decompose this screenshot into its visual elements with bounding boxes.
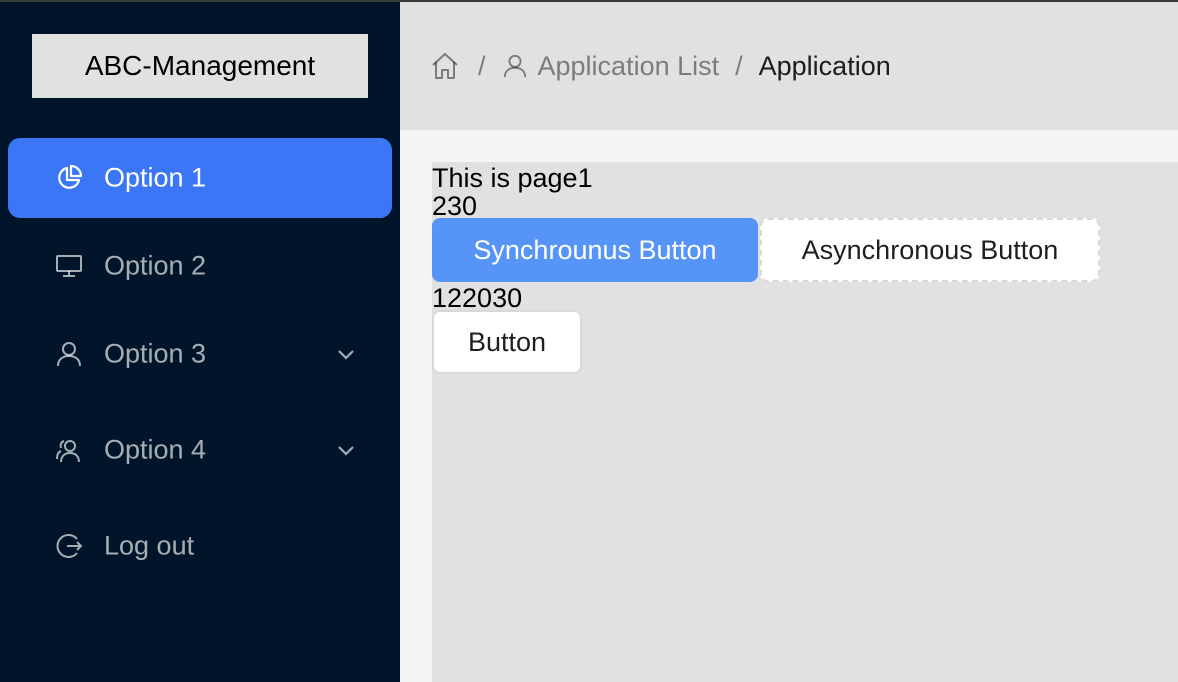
sidebar-item-label: Log out	[104, 530, 195, 561]
sidebar-item-option-1[interactable]: Option 1	[8, 138, 392, 218]
window-top-border	[0, 0, 1178, 2]
sidebar-item-option-2[interactable]: Option 2	[8, 226, 392, 306]
sidebar: ABC-Management Option 1 Option 2 Option …	[0, 0, 400, 682]
default-button[interactable]: Button	[432, 310, 582, 374]
breadcrumb-separator: /	[478, 50, 486, 81]
counter-value: 230	[432, 191, 478, 221]
sidebar-item-option-3[interactable]: Option 3	[8, 314, 392, 394]
user-icon	[502, 52, 530, 80]
user-icon	[54, 339, 84, 369]
chevron-down-icon	[334, 342, 358, 366]
async-button[interactable]: Asynchronous Button	[760, 218, 1100, 282]
breadcrumb-link-application-list[interactable]: Application List	[538, 51, 720, 82]
team-icon	[54, 435, 84, 465]
sidebar-item-option-4[interactable]: Option 4	[8, 410, 392, 490]
desktop-icon	[54, 251, 84, 281]
chevron-down-icon	[334, 438, 358, 462]
app-window: ABC-Management Option 1 Option 2 Option …	[0, 0, 1178, 682]
logo: ABC-Management	[32, 34, 368, 98]
header: / Application List / Application	[400, 2, 1178, 130]
main-content: This is page1 230 Synchrounus Button Asy…	[432, 162, 1178, 682]
page-title: This is page1	[432, 163, 593, 193]
breadcrumb: / Application List / Application	[430, 2, 891, 130]
home-icon[interactable]	[430, 50, 462, 82]
sidebar-item-label: Option 3	[104, 338, 207, 369]
sync-button[interactable]: Synchrounus Button	[432, 218, 758, 282]
pie-chart-icon	[54, 163, 84, 193]
logout-icon	[54, 531, 84, 561]
breadcrumb-current: Application	[758, 50, 891, 81]
sidebar-item-label: Option 2	[104, 250, 207, 281]
sidebar-item-label: Option 4	[104, 434, 207, 465]
counter-value-2: 122030	[432, 283, 523, 313]
sidebar-item-logout[interactable]: Log out	[8, 506, 392, 586]
breadcrumb-separator: /	[735, 50, 743, 81]
sidebar-item-label: Option 1	[104, 162, 207, 193]
